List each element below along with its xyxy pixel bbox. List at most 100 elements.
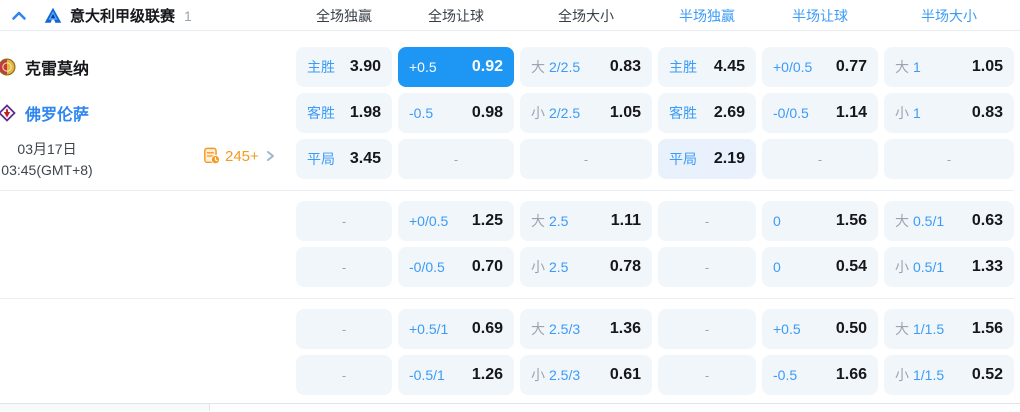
handicap-line: +0.5 — [409, 59, 437, 75]
odds-cell[interactable]: -0.5/1 1.26 — [398, 355, 514, 395]
odds-cell[interactable]: 0 0.54 — [762, 247, 878, 287]
handicap-line: 0 — [773, 259, 781, 275]
over-under-value: 0.5/1 — [913, 259, 945, 275]
over-under-line: 小 2.5 — [531, 257, 568, 277]
odds-label: 主胜 — [669, 59, 697, 75]
odds-row: - -0.5/1 1.26 小 2.5/3 0.61- -0.5 1.66 小 1/1.5 0.52 — [296, 355, 1020, 395]
odds-cell[interactable]: 大 2/2.5 0.83 — [520, 47, 652, 87]
odds-cell-empty: - — [296, 355, 392, 395]
odds-row: - -0/0.5 0.70 小 2.5 0.78-0 0.54 小 0.5/1 1.33 — [296, 247, 1020, 287]
odds-value: 1.05 — [609, 104, 641, 121]
odds-cell[interactable]: 0 1.56 — [762, 201, 878, 241]
odds-value: 2.69 — [713, 104, 745, 121]
collapse-chevron-up-icon[interactable] — [10, 7, 28, 25]
away-team-name: 佛罗伦萨 — [25, 107, 90, 124]
odds-cell[interactable]: 小 1/1.5 0.52 — [884, 355, 1014, 395]
handicap-line: -0/0.5 — [409, 259, 445, 275]
odds-cell[interactable]: 平局 2.19 — [658, 139, 756, 179]
odds-value: 0.83 — [609, 58, 641, 75]
odds-cell[interactable]: 大 0.5/1 0.63 — [884, 201, 1014, 241]
over-under-side: 大 — [895, 321, 909, 337]
handicap-line: -0.5 — [409, 105, 434, 121]
odds-cell[interactable]: -0/0.5 0.70 — [398, 247, 514, 287]
odds-cell[interactable]: 平局 3.45 — [296, 139, 392, 179]
home-team-crest-icon — [0, 57, 17, 77]
handicap-line: -0.5 — [773, 367, 798, 383]
over-under-value: 1/1.5 — [913, 367, 945, 383]
odds-cell[interactable]: 主胜 4.45 — [658, 47, 756, 87]
odds-cell[interactable]: +0.5 0.92 — [398, 47, 514, 87]
odds-cell-empty: - — [658, 309, 756, 349]
odds-cell[interactable]: 小 2/2.5 1.05 — [520, 93, 652, 133]
odds-row: - +0/0.5 1.25 大 2.5 1.11-0 1.56 大 0.5/1 0.63 — [296, 201, 1020, 241]
odds-cell[interactable]: 大 2.5/3 1.36 — [520, 309, 652, 349]
column-header-fulltime-1x2: 全场独赢 — [316, 7, 372, 24]
odds-cell[interactable]: 主胜 3.90 — [296, 47, 392, 87]
odds-cell[interactable]: 大 1/1.5 1.56 — [884, 309, 1014, 349]
odds-value: 1.56 — [971, 320, 1003, 337]
league-logo-icon — [44, 7, 62, 25]
odds-value: 1.98 — [349, 104, 381, 121]
odds-cell[interactable]: -0.5 1.66 — [762, 355, 878, 395]
odds-cell[interactable]: +0.5 0.50 — [762, 309, 878, 349]
over-under-side: 小 — [531, 367, 545, 383]
odds-value: 0.69 — [471, 320, 503, 337]
odds-cell[interactable]: 小 1 0.83 — [884, 93, 1014, 133]
over-under-side: 小 — [531, 105, 545, 121]
over-under-value: 2/2.5 — [549, 105, 581, 121]
handicap-line: 0 — [773, 213, 781, 229]
odds-row: 平局 3.45 - - 平局 2.19 - - — [296, 139, 1020, 179]
odds-value: 3.90 — [349, 58, 381, 75]
odds-dash: - — [583, 151, 589, 167]
odds-value: 1.25 — [471, 212, 503, 229]
markets-count-icon — [203, 147, 221, 165]
league-title: 意大利甲级联赛 — [70, 8, 176, 25]
away-team-row: 佛罗伦萨 — [0, 101, 89, 125]
odds-cell[interactable]: +0/0.5 0.77 — [762, 47, 878, 87]
over-under-value: 2/2.5 — [549, 59, 581, 75]
odds-cell[interactable]: 小 2.5 0.78 — [520, 247, 652, 287]
over-under-side: 大 — [531, 213, 545, 229]
over-under-line: 大 2.5 — [531, 211, 568, 231]
match-datetime: 03月17日 03:45(GMT+8) — [0, 139, 106, 181]
odds-cell[interactable]: 客胜 1.98 — [296, 93, 392, 133]
over-under-side: 大 — [895, 213, 909, 229]
odds-cell[interactable]: 客胜 2.69 — [658, 93, 756, 133]
odds-value: 1.36 — [609, 320, 641, 337]
over-under-line: 大1 — [895, 57, 921, 77]
odds-cell[interactable]: 小 0.5/1 1.33 — [884, 247, 1014, 287]
odds-cell-empty: - — [658, 201, 756, 241]
odds-cell[interactable]: 小 2.5/3 0.61 — [520, 355, 652, 395]
odds-cell[interactable]: +0.5/1 0.69 — [398, 309, 514, 349]
odds-value: 0.61 — [609, 366, 641, 383]
odds-cell[interactable]: -0.5 0.98 — [398, 93, 514, 133]
odds-cell-empty: - — [658, 247, 756, 287]
league-header-left: 意大利甲级联赛 1 — [0, 0, 296, 31]
home-team-row: 克雷莫纳 — [0, 55, 89, 79]
odds-value: 0.52 — [971, 366, 1003, 383]
odds-value: 0.50 — [835, 320, 867, 337]
odds-label: 主胜 — [307, 59, 335, 75]
odds-cell[interactable]: +0/0.5 1.25 — [398, 201, 514, 241]
odds-value: 3.45 — [349, 150, 381, 167]
odds-value: 1.33 — [971, 258, 1003, 275]
odds-cell-empty: - — [762, 139, 878, 179]
over-under-value: 2.5/3 — [549, 321, 581, 337]
odds-value: 1.66 — [835, 366, 867, 383]
handicap-line: +0/0.5 — [409, 213, 449, 229]
over-under-line: 小1 — [895, 103, 921, 123]
odds-cell[interactable]: 大 2.5 1.11 — [520, 201, 652, 241]
match-body: 克雷莫纳 佛罗伦萨 03月17日 03:45(GMT+8) 245+ 主胜 3.… — [0, 31, 1020, 411]
odds-cell[interactable]: 大 1 1.05 — [884, 47, 1014, 87]
more-markets-link[interactable]: 245+ — [203, 147, 277, 165]
odds-dash: - — [704, 321, 710, 337]
over-under-line: 小 2/2.5 — [531, 103, 580, 123]
handicap-line: -0.5/1 — [409, 367, 445, 383]
over-under-side: 大 — [531, 59, 545, 75]
odds-cell[interactable]: -0/0.5 1.14 — [762, 93, 878, 133]
odds-value: 0.83 — [971, 104, 1003, 121]
odds-label: 客胜 — [307, 105, 335, 121]
odds-label: 客胜 — [669, 105, 697, 121]
next-section-left-strip — [0, 404, 210, 411]
odds-dash: - — [341, 367, 347, 383]
